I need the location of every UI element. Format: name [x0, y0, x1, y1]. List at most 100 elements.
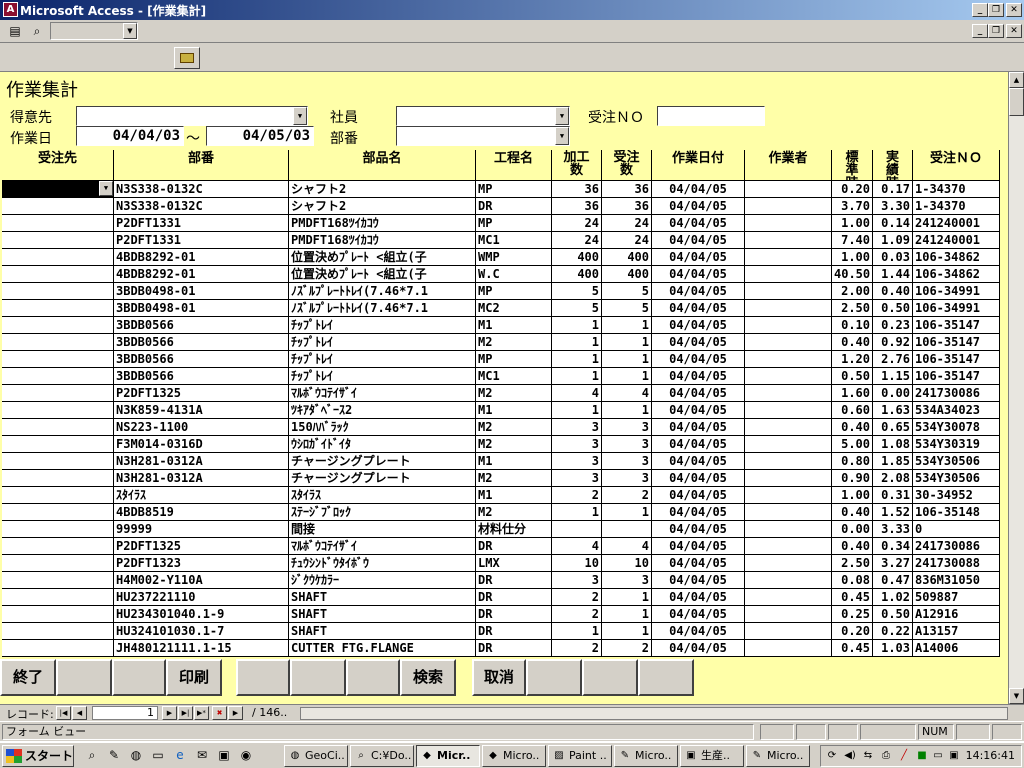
- cell-order-no[interactable]: 534Y30319: [913, 436, 1000, 453]
- cell-order-qty[interactable]: 36: [602, 181, 652, 198]
- customer-combo[interactable]: ▼: [76, 106, 308, 126]
- cell-part-name[interactable]: 間接: [289, 521, 476, 538]
- cell-processed-qty[interactable]: 5: [552, 283, 602, 300]
- cell-worker[interactable]: [745, 555, 832, 572]
- blank-button-3[interactable]: [236, 659, 290, 696]
- cell-processed-qty[interactable]: 3: [552, 436, 602, 453]
- cell-std-time[interactable]: 0.25: [832, 606, 873, 623]
- form-view-icon[interactable]: ▤: [6, 23, 24, 39]
- cell-work-date[interactable]: 04/04/05: [652, 572, 745, 589]
- current-record-field[interactable]: 1: [92, 706, 158, 720]
- cell-order-qty[interactable]: 400: [602, 266, 652, 283]
- new-record-icon[interactable]: ▶*: [194, 706, 209, 720]
- table-row[interactable]: N3H281-0312A チャージングプレート M2 3 3 04/04/05 0.90 2.…: [2, 470, 1002, 487]
- media-player-icon[interactable]: ◉: [238, 747, 254, 763]
- cell-worker[interactable]: [745, 521, 832, 538]
- cell-part-no[interactable]: P2DFT1325: [114, 538, 289, 555]
- cell-actual-time[interactable]: 0.17: [873, 181, 913, 198]
- cell-std-time[interactable]: 3.70: [832, 198, 873, 215]
- cell-order-qty[interactable]: 3: [602, 470, 652, 487]
- cell-actual-time[interactable]: 0.65: [873, 419, 913, 436]
- cell-std-time[interactable]: 0.50: [832, 368, 873, 385]
- printer-icon[interactable]: ⎙: [879, 749, 893, 763]
- cell-worker[interactable]: [745, 589, 832, 606]
- table-row[interactable]: JH480121111.1-15 CUTTER FTG.FLANGE DR 2 2 04/…: [2, 640, 1002, 657]
- cell-work-date[interactable]: 04/04/05: [652, 249, 745, 266]
- cell-actual-time[interactable]: 3.30: [873, 198, 913, 215]
- cell-order-no[interactable]: 1-34370: [913, 181, 1000, 198]
- cell-order-qty[interactable]: 5: [602, 300, 652, 317]
- cell-work-date[interactable]: 04/04/05: [652, 266, 745, 283]
- cell-worker[interactable]: [745, 487, 832, 504]
- cancel-button[interactable]: 取消: [472, 659, 526, 696]
- cell-order-qty[interactable]: 10: [602, 555, 652, 572]
- table-row[interactable]: HU324101030.1-7 SHAFT DR 1 1 04/04/05 0.20 0.22…: [2, 623, 1002, 640]
- cell-worker[interactable]: [745, 470, 832, 487]
- table-row[interactable]: ▼ N3S338-0132C シャフト2 MP 36 36 04/04/05 0.20 0.17…: [2, 181, 1002, 198]
- cell-order-no[interactable]: 106-34991: [913, 300, 1000, 317]
- table-row[interactable]: 4BDB8292-01 位置決めﾌﾟﾚｰﾄ <組立(子 W.C 400 400 04/04…: [2, 266, 1002, 283]
- cell-std-time[interactable]: 2.50: [832, 300, 873, 317]
- cell-worker[interactable]: [745, 572, 832, 589]
- cell-process[interactable]: M2: [476, 419, 552, 436]
- cell-order-no[interactable]: 0: [913, 521, 1000, 538]
- cell-processed-qty[interactable]: 1: [552, 623, 602, 640]
- cell-work-date[interactable]: 04/04/05: [652, 215, 745, 232]
- cell-std-time[interactable]: 0.60: [832, 402, 873, 419]
- cell-part-name[interactable]: ﾏﾙﾎﾞｳｺﾃｲｻﾞｲ: [289, 538, 476, 555]
- cell-part-name[interactable]: シャフト2: [289, 198, 476, 215]
- child-close-button[interactable]: ✕: [1006, 24, 1022, 38]
- access-icon[interactable]: A: [3, 2, 18, 17]
- child-minimize-button[interactable]: _: [972, 24, 988, 38]
- cell-processed-qty[interactable]: 24: [552, 232, 602, 249]
- cell-part-name[interactable]: SHAFT: [289, 589, 476, 606]
- cell-process[interactable]: MP: [476, 181, 552, 198]
- cell-work-date[interactable]: 04/04/05: [652, 487, 745, 504]
- cell-part-no[interactable]: N3H281-0312A: [114, 453, 289, 470]
- cell-processed-qty[interactable]: 1: [552, 317, 602, 334]
- cell-process[interactable]: WMP: [476, 249, 552, 266]
- cell-processed-qty[interactable]: 3: [552, 453, 602, 470]
- cell-part-no[interactable]: N3S338-0132C: [114, 198, 289, 215]
- table-row[interactable]: H4M002-Y110A ｼﾞｸｳｹｶﾗｰ DR 3 3 04/04/05 0.08 0.47…: [2, 572, 1002, 589]
- delete-record-icon[interactable]: ✖: [212, 706, 227, 720]
- cell-part-no[interactable]: N3K859-4131A: [114, 402, 289, 419]
- cell-processed-qty[interactable]: 400: [552, 249, 602, 266]
- cell-processed-qty[interactable]: 3: [552, 419, 602, 436]
- taskbar-item[interactable]: ✎ Micro..: [746, 745, 810, 767]
- cell-process[interactable]: DR: [476, 538, 552, 555]
- cell-actual-time[interactable]: 1.44: [873, 266, 913, 283]
- blank-button-1[interactable]: [56, 659, 112, 696]
- order-no-field[interactable]: [657, 106, 765, 126]
- cell-customer[interactable]: [2, 487, 114, 504]
- table-row[interactable]: P2DFT1325 ﾏﾙﾎﾞｳｺﾃｲｻﾞｲ DR 4 4 04/04/05 0.40 0.34…: [2, 538, 1002, 555]
- cell-customer[interactable]: [2, 402, 114, 419]
- next-record-icon[interactable]: ▶: [162, 706, 177, 720]
- first-record-icon[interactable]: |◀: [56, 706, 71, 720]
- cell-process[interactable]: M2: [476, 436, 552, 453]
- globe-icon[interactable]: ◍: [128, 747, 144, 763]
- cell-process[interactable]: M1: [476, 453, 552, 470]
- desktop-icon[interactable]: ▭: [150, 747, 166, 763]
- cell-work-date[interactable]: 04/04/05: [652, 419, 745, 436]
- monitor-icon[interactable]: ▭: [931, 749, 945, 763]
- cell-worker[interactable]: [745, 300, 832, 317]
- cell-part-name[interactable]: CUTTER FTG.FLANGE: [289, 640, 476, 657]
- cell-customer[interactable]: [2, 300, 114, 317]
- taskbar-item[interactable]: ✎ Micro..: [614, 745, 678, 767]
- cell-order-no[interactable]: 106-34991: [913, 283, 1000, 300]
- cell-std-time[interactable]: 0.20: [832, 181, 873, 198]
- blank-button-6[interactable]: [526, 659, 582, 696]
- part-no-combo[interactable]: ▼: [396, 126, 570, 146]
- scroll-down-icon[interactable]: ▼: [1009, 688, 1024, 704]
- open-button[interactable]: [174, 47, 200, 69]
- cell-work-date[interactable]: 04/04/05: [652, 368, 745, 385]
- cell-part-no[interactable]: 3BDB0498-01: [114, 283, 289, 300]
- cell-part-name[interactable]: 位置決めﾌﾟﾚｰﾄ <組立(子: [289, 266, 476, 283]
- cell-part-no[interactable]: N3H281-0312A: [114, 470, 289, 487]
- cell-worker[interactable]: [745, 181, 832, 198]
- cell-part-no[interactable]: HU237221110: [114, 589, 289, 606]
- cell-process[interactable]: DR: [476, 606, 552, 623]
- cell-work-date[interactable]: 04/04/05: [652, 283, 745, 300]
- table-row[interactable]: HU234301040.1-9 SHAFT DR 2 1 04/04/05 0.25 0.50…: [2, 606, 1002, 623]
